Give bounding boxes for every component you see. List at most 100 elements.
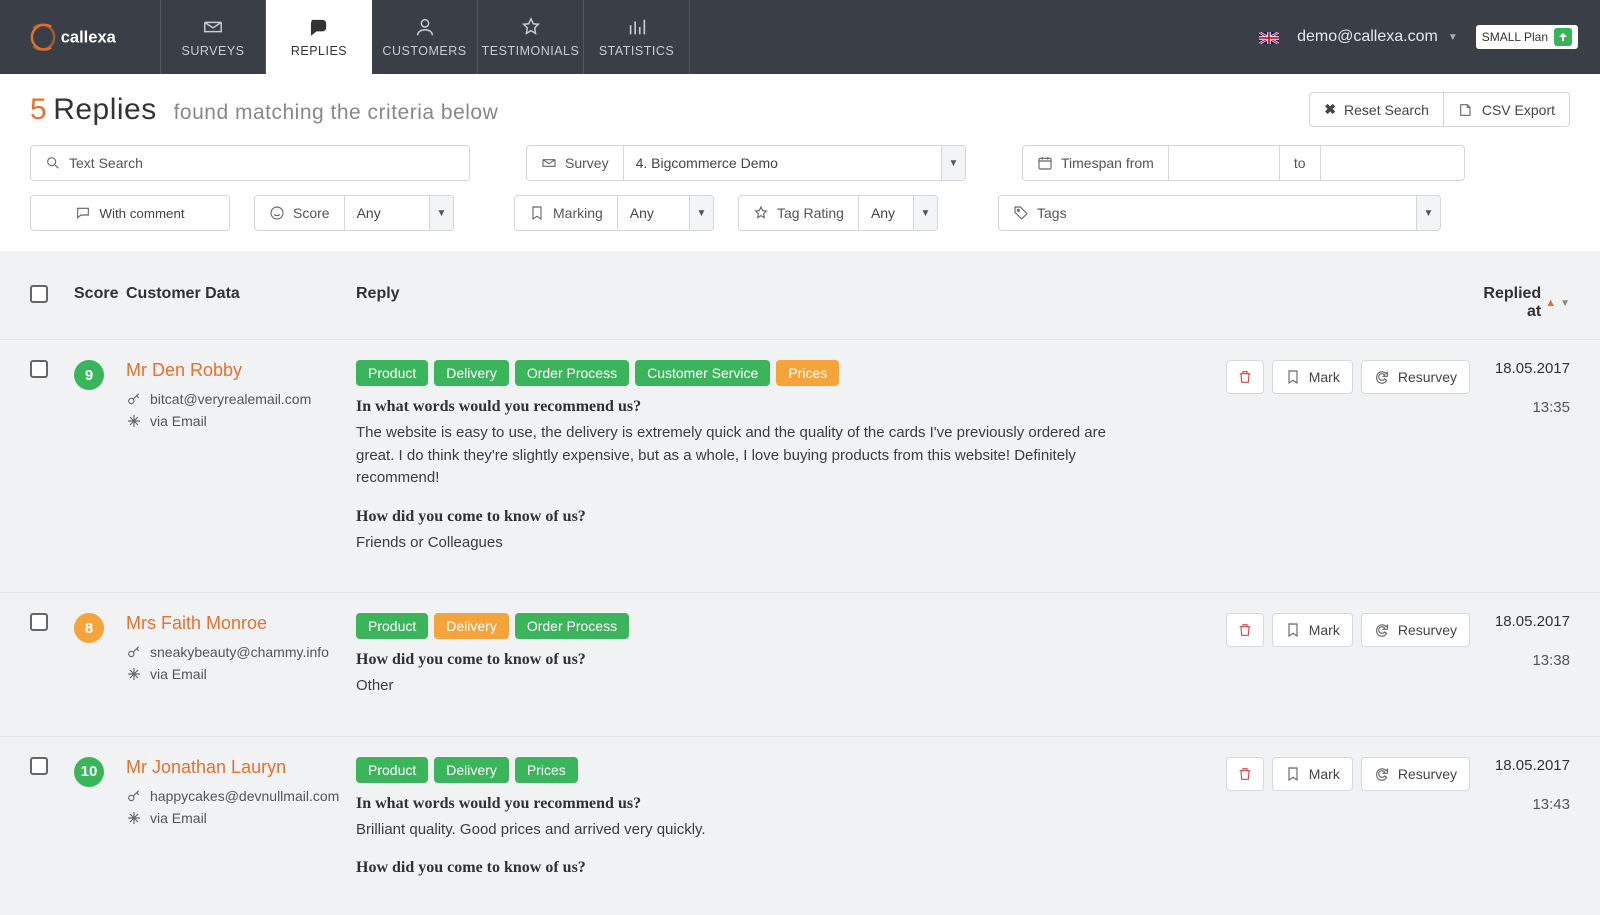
reply-date: 18.05.2017	[1470, 360, 1570, 377]
reply-date: 18.05.2017	[1470, 757, 1570, 774]
score-badge: 9	[74, 360, 104, 390]
field-label: Survey	[565, 155, 609, 171]
tab-surveys[interactable]: SURVEYS	[160, 0, 266, 74]
timespan-to-input[interactable]	[1321, 146, 1431, 180]
customer-name[interactable]: Mr Jonathan Lauryn	[126, 757, 356, 778]
tag[interactable]: Delivery	[434, 757, 509, 783]
reply-answer: Brilliant quality. Good prices and arriv…	[356, 819, 1116, 842]
resurvey-button[interactable]: Resurvey	[1361, 757, 1470, 791]
chevron-down-icon[interactable]: ▼	[1416, 196, 1440, 230]
tag[interactable]: Product	[356, 360, 428, 386]
tag[interactable]: Prices	[515, 757, 578, 783]
survey-select[interactable]: Survey 4. Bigcommerce Demo ▼	[526, 145, 966, 181]
resurvey-button[interactable]: Resurvey	[1361, 360, 1470, 394]
nav-right: demo@callexa.com ▼ SMALL Plan	[1259, 0, 1600, 74]
csv-export-button[interactable]: CSV Export	[1444, 92, 1570, 127]
timespan-field[interactable]: Timespan from to	[1022, 145, 1465, 181]
timespan-from-input[interactable]	[1169, 146, 1279, 180]
tab-replies[interactable]: REPLIES	[266, 0, 372, 74]
tab-statistics[interactable]: STATISTICS	[584, 0, 690, 74]
row-checkbox[interactable]	[30, 360, 48, 378]
tag[interactable]: Product	[356, 757, 428, 783]
reply-date: 18.05.2017	[1470, 613, 1570, 630]
delete-button[interactable]	[1226, 757, 1264, 791]
chevron-down-icon[interactable]: ▼	[913, 196, 937, 230]
tag[interactable]: Prices	[776, 360, 839, 386]
reply-question: How did you come to know of us?	[356, 859, 1210, 877]
envelope-icon	[202, 16, 224, 38]
trash-icon	[1237, 369, 1253, 385]
via-icon	[126, 413, 142, 429]
user-menu[interactable]: demo@callexa.com ▼	[1297, 28, 1458, 46]
mark-button[interactable]: Mark	[1272, 613, 1353, 647]
table-row: 9Mr Den Robbybitcat@veryrealemail.comvia…	[0, 339, 1600, 592]
svg-text:callexa: callexa	[61, 29, 117, 47]
table-row: 8Mrs Faith Monroesneakybeauty@chammy.inf…	[0, 592, 1600, 736]
tag[interactable]: Order Process	[515, 360, 629, 386]
select-value: Any	[345, 205, 429, 221]
via-icon	[126, 666, 142, 682]
button-label: CSV Export	[1482, 102, 1555, 118]
row-checkbox[interactable]	[30, 757, 48, 775]
star-icon	[753, 205, 769, 221]
field-label: Timespan from	[1061, 155, 1154, 171]
tags-select[interactable]: Tags ▼	[998, 195, 1441, 231]
reply-question: In what words would you recommend us?	[356, 398, 1210, 416]
reply-question: How did you come to know of us?	[356, 508, 1210, 526]
text-search-field[interactable]: Text Search	[30, 145, 470, 181]
reply-time: 13:43	[1470, 796, 1570, 813]
plan-badge[interactable]: SMALL Plan	[1476, 25, 1578, 49]
search-icon	[45, 155, 61, 171]
logo[interactable]: callexa	[0, 0, 160, 74]
tag[interactable]: Delivery	[434, 360, 509, 386]
result-count: 5	[30, 93, 47, 126]
delete-button[interactable]	[1226, 360, 1264, 394]
chevron-down-icon[interactable]: ▼	[689, 196, 713, 230]
flag-icon[interactable]	[1259, 31, 1279, 43]
select-value: Any	[618, 205, 689, 221]
tag-rating-select[interactable]: Tag Rating Any ▼	[738, 195, 938, 231]
filters: Text Search Survey 4. Bigcommerce Demo ▼…	[0, 137, 1600, 251]
reply-time: 13:38	[1470, 652, 1570, 669]
chevron-down-icon: ▼	[1448, 32, 1458, 43]
field-label: Marking	[553, 205, 603, 221]
tag[interactable]: Delivery	[434, 613, 509, 639]
bookmark-icon	[1285, 622, 1301, 638]
select-value: 4. Bigcommerce Demo	[624, 155, 941, 171]
tab-testimonials[interactable]: TESTIMONIALS	[478, 0, 584, 74]
calendar-icon	[1037, 155, 1053, 171]
tab-label: TESTIMONIALS	[482, 44, 580, 58]
field-label: Score	[293, 205, 330, 221]
select-value: Any	[859, 205, 913, 221]
export-icon	[1458, 102, 1474, 118]
row-checkbox[interactable]	[30, 613, 48, 631]
chevron-down-icon[interactable]: ▼	[429, 196, 453, 230]
customer-name[interactable]: Mr Den Robby	[126, 360, 356, 381]
field-label: Tag Rating	[777, 205, 844, 221]
top-nav: callexa SURVEYS REPLIES CUSTOMERS TESTIM…	[0, 0, 1600, 74]
tab-customers[interactable]: CUSTOMERS	[372, 0, 478, 74]
customer-name[interactable]: Mrs Faith Monroe	[126, 613, 356, 634]
col-replied-at[interactable]: Replied at ▲ ▼	[1470, 285, 1570, 321]
key-icon	[126, 644, 142, 660]
tag-list: ProductDeliveryPrices	[356, 757, 1210, 783]
tag[interactable]: Product	[356, 613, 428, 639]
select-all-checkbox[interactable]	[30, 285, 48, 303]
reply-answer: The website is easy to use, the delivery…	[356, 422, 1116, 490]
delete-button[interactable]	[1226, 613, 1264, 647]
marking-select[interactable]: Marking Any ▼	[514, 195, 714, 231]
bars-icon	[626, 16, 648, 38]
table-row: 10Mr Jonathan Laurynhappycakes@devnullma…	[0, 736, 1600, 915]
text-search-input[interactable]	[157, 146, 469, 180]
mark-button[interactable]: Mark	[1272, 360, 1353, 394]
tag[interactable]: Order Process	[515, 613, 629, 639]
mark-button[interactable]: Mark	[1272, 757, 1353, 791]
chevron-down-icon[interactable]: ▼	[941, 146, 965, 180]
score-select[interactable]: Score Any ▼	[254, 195, 454, 231]
resurvey-button[interactable]: Resurvey	[1361, 613, 1470, 647]
tag[interactable]: Customer Service	[635, 360, 770, 386]
smile-icon	[269, 205, 285, 221]
customer-via: via Email	[126, 666, 356, 682]
with-comment-button[interactable]: With comment	[30, 195, 230, 231]
reset-search-button[interactable]: ✖ Reset Search	[1309, 92, 1444, 127]
